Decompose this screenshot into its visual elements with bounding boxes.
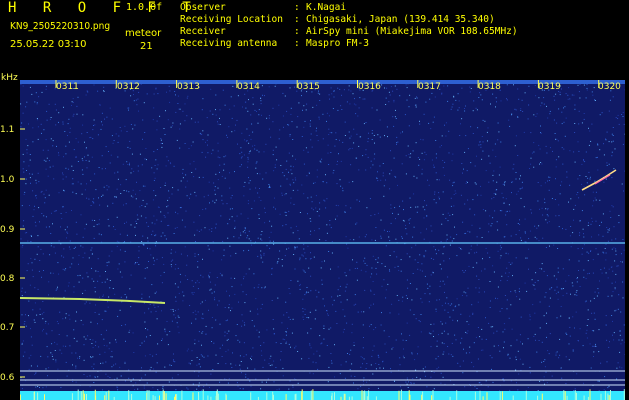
x-time-label: 0314 — [237, 82, 260, 92]
y-tick-label: 0.8 — [0, 274, 15, 284]
x-time-label: 0312 — [117, 82, 140, 92]
x-time-label: 0311 — [56, 82, 79, 92]
y-tick-label: 1.0 — [0, 175, 15, 185]
y-axis-unit: kHz — [1, 73, 18, 83]
meteor-label: meteor — [125, 28, 162, 39]
y-tick-label: 1.1 — [0, 125, 15, 135]
x-time-label: 0313 — [177, 82, 200, 92]
spectrogram-canvas — [20, 80, 625, 400]
meteor-echo — [594, 174, 611, 185]
y-tick-label: 0.7 — [0, 323, 15, 333]
file-name: KN9_2505220310.png — [10, 21, 111, 32]
x-time-label: 0318 — [478, 82, 501, 92]
info-receiver: Receiver: AirSpy mini (Miakejima VOR 108.… — [180, 26, 518, 37]
app-brand: H R O F F T — [8, 0, 200, 16]
spectrogram-plot — [20, 80, 625, 400]
station-info: Observer: K.Nagai Receiving Location: Chig… — [180, 2, 518, 50]
date-time: 25.05.22 03:10 — [10, 39, 87, 50]
app-version: 1.0.0f — [126, 2, 163, 13]
top-band — [20, 80, 625, 84]
info-location: Receiving Location: Chigasaki, Japan (139… — [180, 14, 495, 25]
x-time-label: 0319 — [538, 82, 561, 92]
x-time-label: 0316 — [358, 82, 381, 92]
x-time-label: 0315 — [297, 82, 320, 92]
x-time-label: 0317 — [418, 82, 441, 92]
meteor-echo — [581, 169, 617, 191]
info-antenna: Receiving antenna: Maspro FM-3 — [180, 38, 369, 49]
y-tick-label: 0.6 — [0, 373, 15, 383]
y-tick-label: 0.9 — [0, 225, 15, 235]
meteor-echo — [20, 297, 166, 304]
header-panel: H R O F F T 1.0.0f KN9_2505220310.png 25… — [0, 0, 629, 78]
bottom-band — [20, 391, 625, 400]
info-observer: Observer: K.Nagai — [180, 2, 347, 13]
x-time-label: 0320 — [598, 82, 621, 92]
noise-layer — [20, 80, 625, 400]
meteor-count: 21 — [140, 41, 153, 52]
